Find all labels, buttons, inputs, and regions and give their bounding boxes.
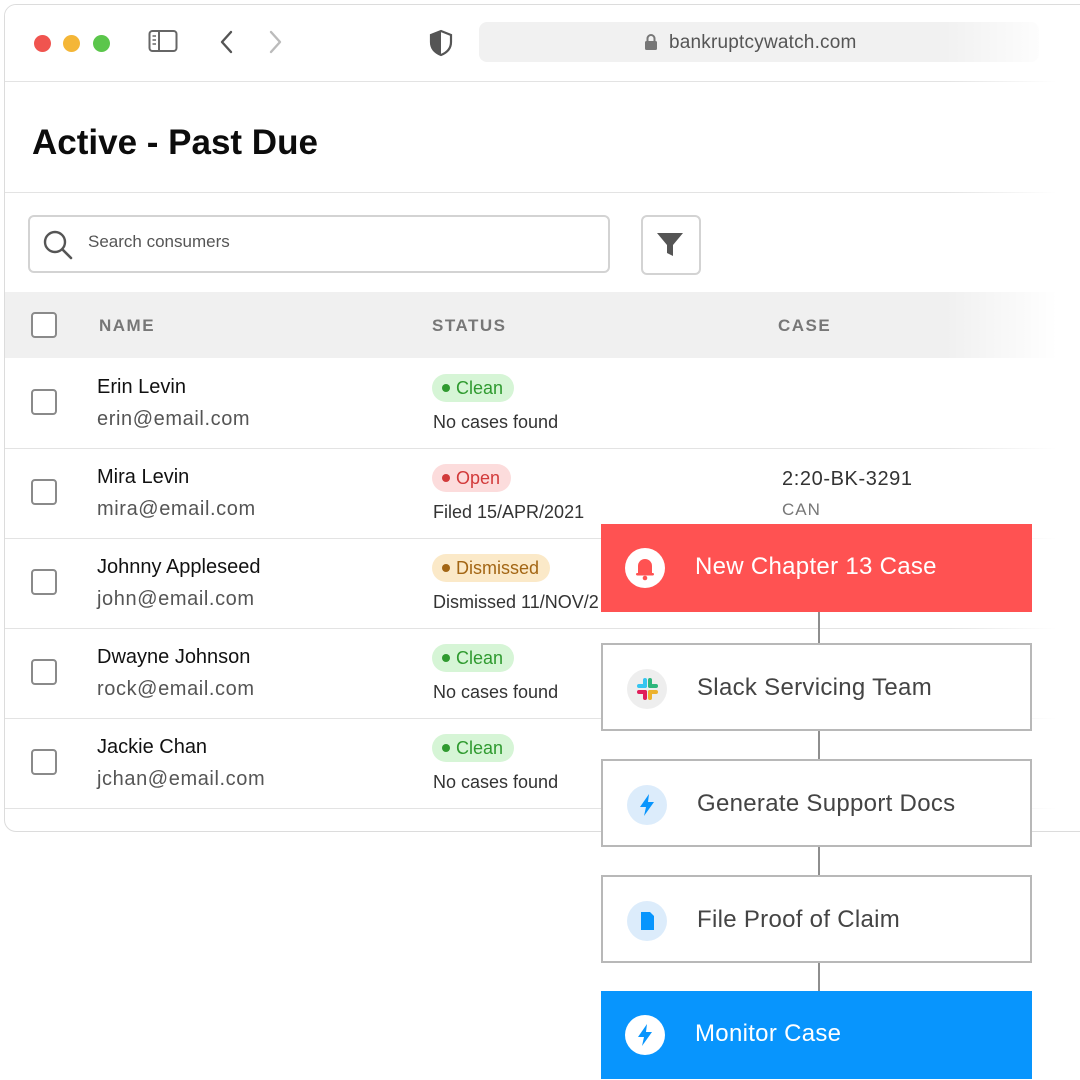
url-text: bankruptcywatch.com <box>669 32 857 53</box>
status-detail: Dismissed 11/NOV/2 <box>433 592 599 612</box>
column-header-case[interactable]: CASE <box>778 316 831 336</box>
workflow-connector <box>818 846 820 876</box>
column-header-name[interactable]: NAME <box>99 316 155 336</box>
lock-icon <box>643 33 659 56</box>
search-input[interactable] <box>86 231 570 253</box>
row-checkbox[interactable] <box>31 569 57 595</box>
consumer-name: Jackie Chan <box>97 736 208 758</box>
workflow-step-label: Generate Support Docs <box>697 790 956 817</box>
status-badge: Clean <box>432 644 515 672</box>
workflow-connector <box>818 962 820 992</box>
workflow-connector <box>818 730 820 760</box>
filter-icon <box>657 233 683 256</box>
search-icon <box>42 229 74 266</box>
row-checkbox[interactable] <box>31 659 57 685</box>
back-chevron-icon[interactable] <box>217 29 237 60</box>
consumer-name: Erin Levin <box>97 376 186 398</box>
consumer-name: Johnny Appleseed <box>97 556 261 578</box>
workflow-step-file-proof-of-claim[interactable]: File Proof of Claim <box>601 875 1032 963</box>
status-detail: No cases found <box>433 682 559 702</box>
workflow-connector <box>818 612 820 644</box>
table-header: NAME STATUS CASE <box>5 292 1080 358</box>
status-badge: Dismissed <box>432 554 551 582</box>
workflow-step-label: Monitor Case <box>695 1020 842 1047</box>
sidebar-toggle-icon[interactable] <box>148 29 178 58</box>
consumer-name: Dwayne Johnson <box>97 646 251 668</box>
page-title: Active - Past Due <box>32 123 318 162</box>
divider <box>5 192 1080 193</box>
status-detail: No cases found <box>433 412 559 432</box>
search-box[interactable] <box>28 215 610 273</box>
case-court: CAN <box>782 500 821 519</box>
browser-toolbar: bankruptcywatch.com <box>5 5 1080 82</box>
workflow-step-label: New Chapter 13 Case <box>695 553 937 580</box>
minimize-window-button[interactable] <box>63 35 80 52</box>
status-badge: Clean <box>432 734 515 762</box>
row-checkbox[interactable] <box>31 479 57 505</box>
filter-button[interactable] <box>641 215 701 275</box>
status-detail: No cases found <box>433 772 559 792</box>
consumer-email: john@email.com <box>97 588 255 610</box>
workflow-step-slack-servicing-team[interactable]: Slack Servicing Team <box>601 643 1032 731</box>
consumer-name: Mira Levin <box>97 466 190 488</box>
status-badge: Open <box>432 464 512 492</box>
consumer-email: jchan@email.com <box>97 768 266 790</box>
lightning-icon <box>627 785 667 825</box>
maximize-window-button[interactable] <box>93 35 110 52</box>
consumer-email: erin@email.com <box>97 408 251 430</box>
status-detail: Filed 15/APR/2021 <box>433 502 585 522</box>
row-checkbox[interactable] <box>31 749 57 775</box>
status-badge: Clean <box>432 374 515 402</box>
workflow-step-generate-support-docs[interactable]: Generate Support Docs <box>601 759 1032 847</box>
workflow-step-new-chapter-13-case[interactable]: New Chapter 13 Case <box>601 524 1032 612</box>
forward-chevron-icon[interactable] <box>265 29 285 60</box>
table-row[interactable]: Erin Levin erin@email.com Clean No cases… <box>5 358 1080 449</box>
lightning-icon <box>625 1015 665 1055</box>
row-checkbox[interactable] <box>31 389 57 415</box>
slack-icon <box>627 669 667 709</box>
document-icon <box>627 901 667 941</box>
bell-icon <box>625 548 665 588</box>
shield-icon[interactable] <box>429 29 453 62</box>
column-header-status[interactable]: STATUS <box>432 316 506 336</box>
select-all-checkbox[interactable] <box>31 312 57 338</box>
close-window-button[interactable] <box>34 35 51 52</box>
workflow-step-monitor-case[interactable]: Monitor Case <box>601 991 1032 1079</box>
workflow-step-label: Slack Servicing Team <box>697 674 932 701</box>
workflow-step-label: File Proof of Claim <box>697 906 901 933</box>
consumer-email: rock@email.com <box>97 678 255 700</box>
case-number[interactable]: 2:20-BK-3291 <box>782 468 913 491</box>
consumer-email: mira@email.com <box>97 498 256 520</box>
